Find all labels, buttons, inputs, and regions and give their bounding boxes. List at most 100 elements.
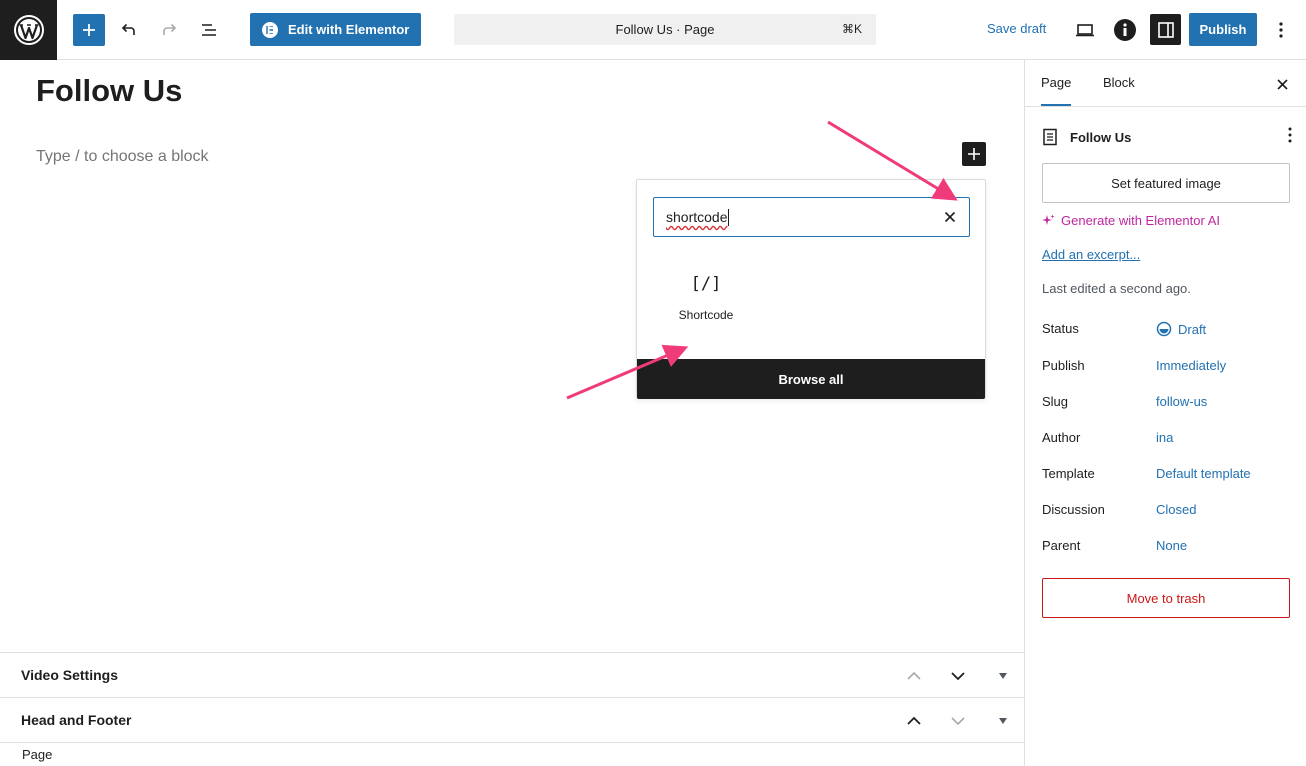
tab-page[interactable]: Page xyxy=(1041,75,1072,106)
sidebar-tabs: Page Block xyxy=(1025,60,1306,107)
edit-with-elementor-label: Edit with Elementor xyxy=(288,22,410,37)
move-up-button[interactable] xyxy=(904,666,924,686)
slug-value-button[interactable]: follow-us xyxy=(1156,394,1207,409)
shortcode-icon: [/] xyxy=(690,274,722,294)
publish-button[interactable]: Publish xyxy=(1189,13,1257,46)
close-icon xyxy=(944,211,956,223)
draft-status-icon xyxy=(1156,321,1172,337)
block-result-label: Shortcode xyxy=(678,308,734,322)
property-discussion: Discussion Closed xyxy=(1042,502,1292,522)
discussion-value-button[interactable]: Closed xyxy=(1156,502,1196,517)
block-inserter-popover: shortcode [/] Shortcode Browse all xyxy=(636,179,986,399)
move-down-button[interactable] xyxy=(948,666,968,686)
property-author: Author ina xyxy=(1042,430,1292,450)
document-overview-button[interactable] xyxy=(193,14,225,46)
plus-icon xyxy=(83,24,95,36)
chevron-down-icon xyxy=(951,717,965,726)
status-value-button[interactable]: Draft xyxy=(1156,321,1206,337)
more-vertical-icon xyxy=(1279,22,1283,38)
desktop-preview-icon xyxy=(1076,24,1094,37)
caret-down-icon xyxy=(999,673,1007,679)
property-label: Slug xyxy=(1042,394,1069,409)
command-palette-bar[interactable]: Follow Us · Page ⌘K xyxy=(454,14,876,45)
caret-down-icon xyxy=(999,718,1007,724)
property-slug: Slug follow-us xyxy=(1042,394,1292,414)
property-template: Template Default template xyxy=(1042,466,1292,486)
chevron-down-icon xyxy=(951,672,965,681)
browse-all-button[interactable]: Browse all xyxy=(637,359,985,399)
editor-header: Edit with Elementor Follow Us · Page ⌘K … xyxy=(0,0,1306,60)
document-name: Follow Us xyxy=(1070,129,1132,145)
elementor-icon xyxy=(262,21,278,38)
preview-button[interactable] xyxy=(1069,14,1101,46)
publish-value-button[interactable]: Immediately xyxy=(1156,358,1226,373)
document-title: Follow Us · Page xyxy=(615,22,715,37)
block-breadcrumb: Page xyxy=(0,742,1024,766)
page-icon xyxy=(1043,128,1057,146)
property-label: Parent xyxy=(1042,538,1081,553)
generate-with-elementor-ai-link[interactable]: Generate with Elementor AI xyxy=(1042,213,1220,228)
property-label: Template xyxy=(1042,466,1095,481)
block-inserter-toggle[interactable] xyxy=(73,14,105,46)
more-vertical-icon xyxy=(1288,127,1292,143)
redo-icon xyxy=(163,23,177,35)
author-value-button[interactable]: ina xyxy=(1156,430,1173,445)
details-button[interactable] xyxy=(1109,14,1141,46)
undo-icon xyxy=(121,23,135,35)
metabox-video-settings[interactable]: Video Settings xyxy=(0,652,1024,697)
toggle-panel-button[interactable] xyxy=(993,666,1013,686)
metabox-title: Head and Footer xyxy=(21,712,132,728)
generate-ai-label: Generate with Elementor AI xyxy=(1061,213,1220,228)
block-result-shortcode[interactable]: [/] Shortcode xyxy=(657,262,755,342)
document-card: Follow Us xyxy=(1042,127,1292,147)
template-value-button[interactable]: Default template xyxy=(1156,466,1251,481)
wordpress-icon xyxy=(13,15,44,45)
save-draft-button[interactable]: Save draft xyxy=(987,21,1046,36)
options-menu-button[interactable] xyxy=(1265,14,1297,46)
move-up-button[interactable] xyxy=(904,711,924,731)
set-featured-image-button[interactable]: Set featured image xyxy=(1042,163,1290,203)
chevron-up-icon xyxy=(907,671,921,680)
toggle-panel-button[interactable] xyxy=(993,711,1013,731)
block-placeholder[interactable]: Type / to choose a block xyxy=(36,148,209,166)
page-title[interactable]: Follow Us xyxy=(36,73,182,109)
move-to-trash-button[interactable]: Move to trash xyxy=(1042,578,1290,618)
sparkle-icon xyxy=(1042,214,1055,225)
property-publish: Publish Immediately xyxy=(1042,358,1292,378)
redo-button[interactable] xyxy=(153,14,185,46)
last-edited-text: Last edited a second ago. xyxy=(1042,281,1191,296)
keyboard-shortcut: ⌘K xyxy=(841,22,862,36)
sidebar-icon xyxy=(1157,21,1174,38)
wordpress-logo-button[interactable] xyxy=(0,0,57,60)
add-excerpt-link[interactable]: Add an excerpt... xyxy=(1042,247,1140,262)
metabox-title: Video Settings xyxy=(21,667,118,683)
move-down-button[interactable] xyxy=(948,711,968,731)
plus-icon xyxy=(968,148,980,160)
search-value: shortcode xyxy=(666,209,728,225)
block-search-input[interactable]: shortcode xyxy=(653,197,970,237)
breadcrumb-item[interactable]: Page xyxy=(22,747,52,762)
settings-sidebar: Page Block Follow Us Set featured image … xyxy=(1024,60,1306,766)
property-label: Author xyxy=(1042,430,1081,445)
property-label: Publish xyxy=(1042,358,1085,373)
property-label: Status xyxy=(1042,321,1079,336)
edit-with-elementor-button[interactable]: Edit with Elementor xyxy=(250,13,421,46)
property-value: Draft xyxy=(1178,321,1207,337)
close-sidebar-button[interactable] xyxy=(1274,76,1290,92)
clear-search-button[interactable] xyxy=(941,208,959,226)
list-view-icon xyxy=(202,24,216,36)
close-icon xyxy=(1276,78,1288,90)
metabox-head-and-footer[interactable]: Head and Footer xyxy=(0,697,1024,742)
tab-block[interactable]: Block xyxy=(1103,75,1135,90)
parent-value-button[interactable]: None xyxy=(1156,538,1187,553)
property-parent: Parent None xyxy=(1042,538,1292,558)
chevron-up-icon xyxy=(907,716,921,725)
info-icon xyxy=(1114,19,1136,41)
document-actions-button[interactable] xyxy=(1288,127,1292,148)
text-cursor xyxy=(728,208,730,226)
property-label: Discussion xyxy=(1042,502,1105,517)
undo-button[interactable] xyxy=(113,14,145,46)
inline-block-inserter-button[interactable] xyxy=(962,142,986,166)
property-status: Status Draft xyxy=(1042,321,1292,341)
settings-sidebar-toggle[interactable] xyxy=(1150,14,1181,45)
